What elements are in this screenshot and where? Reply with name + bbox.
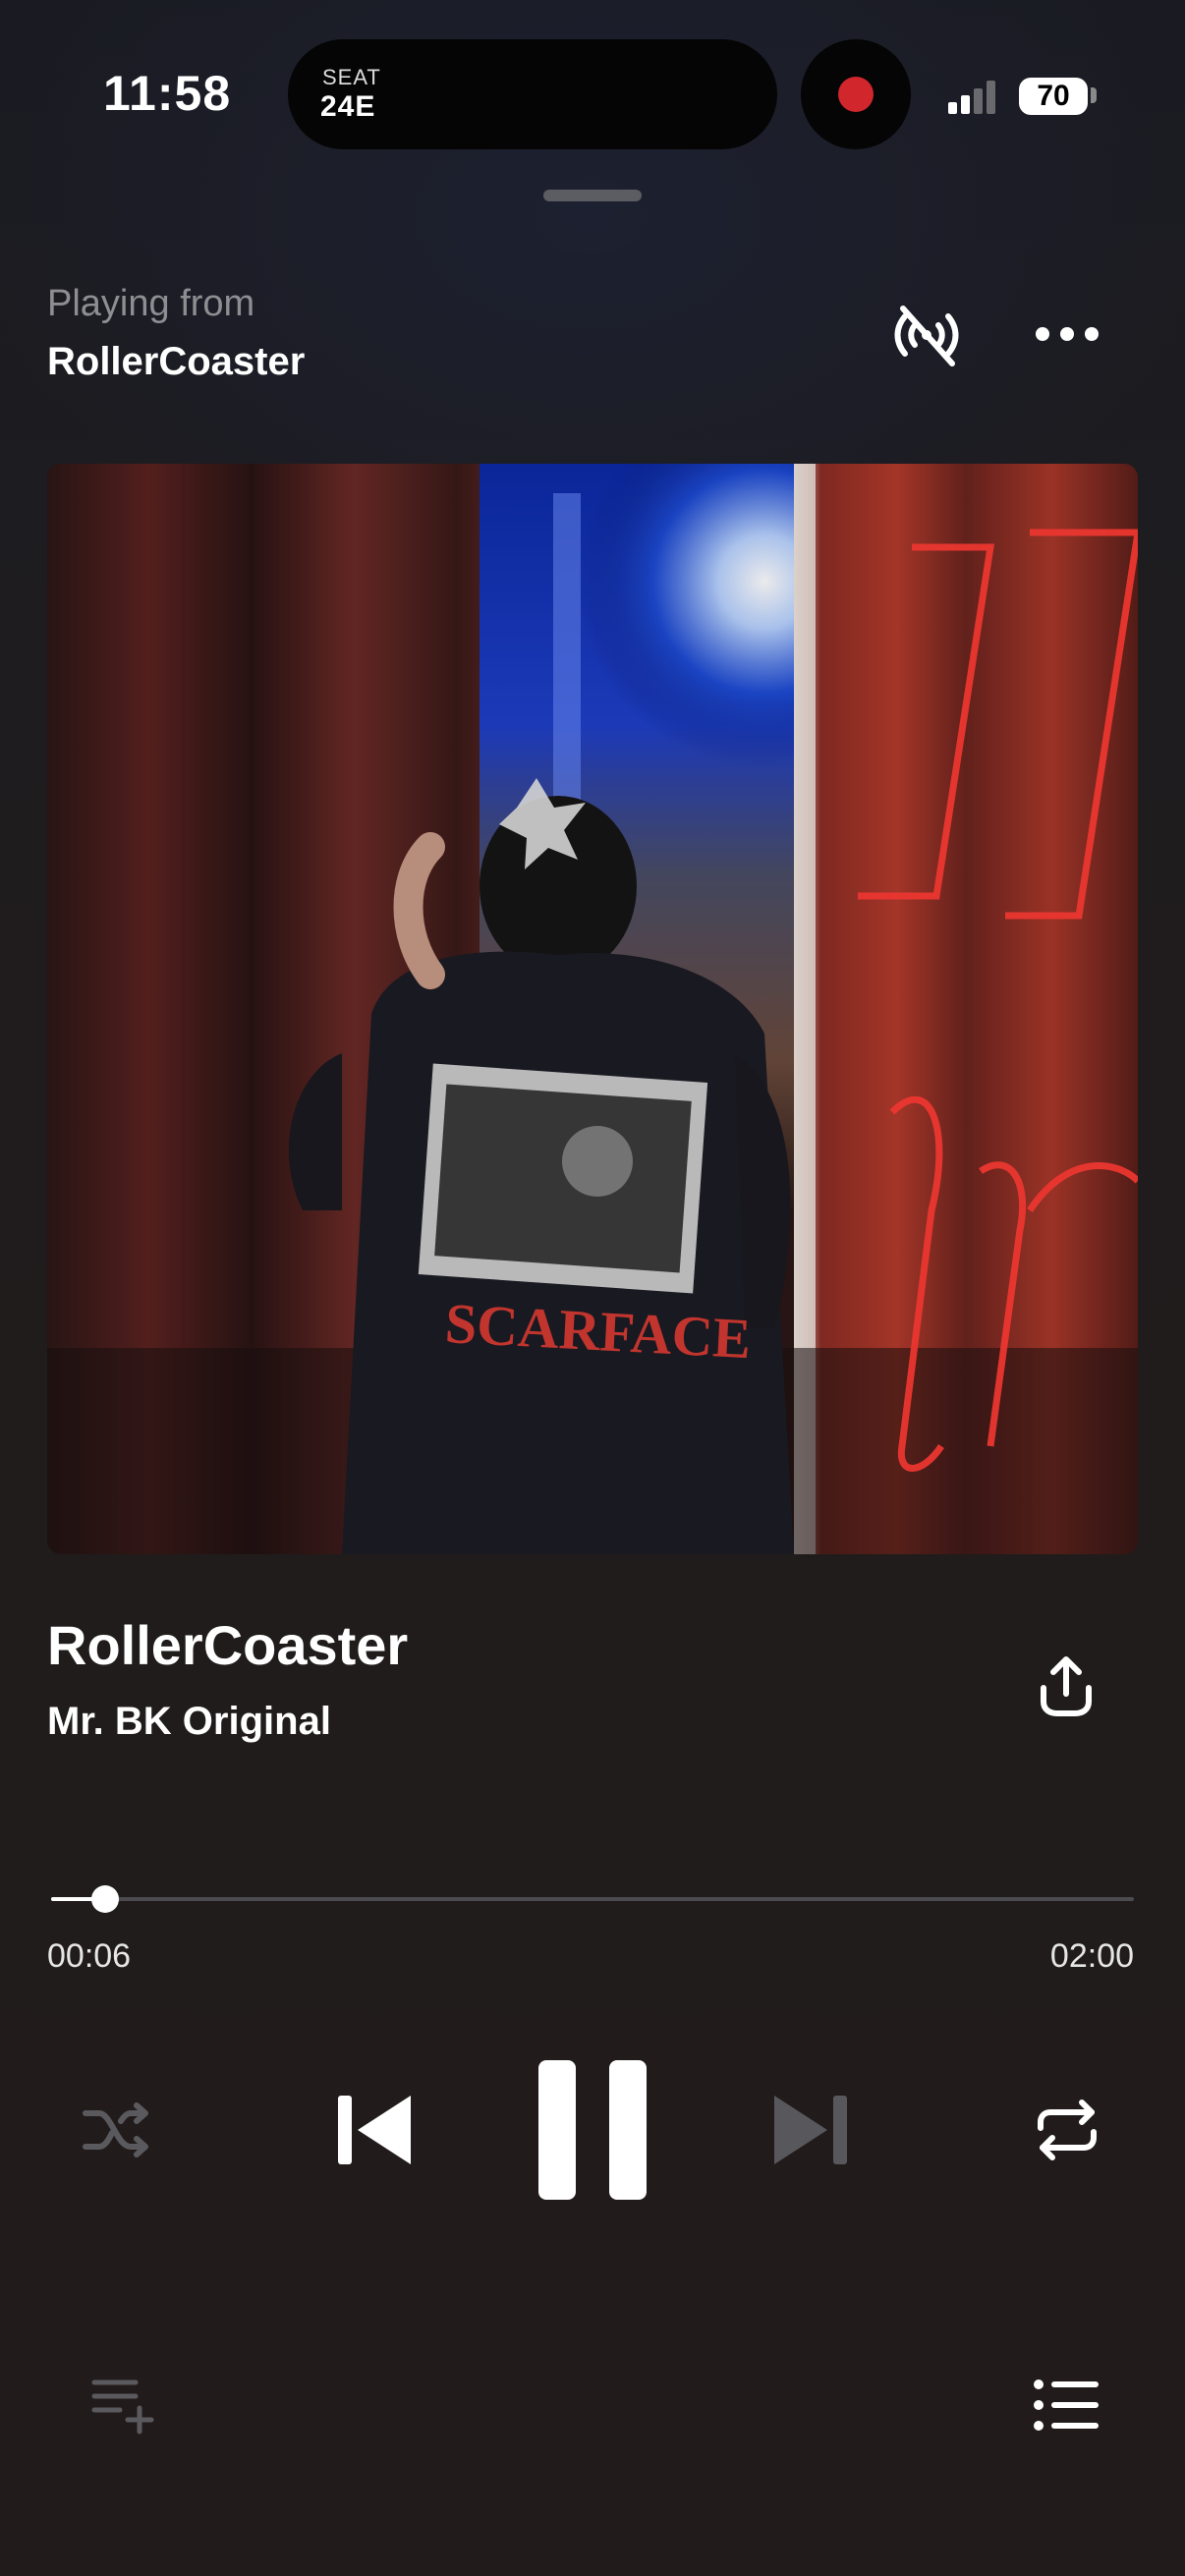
more-options-icon (1036, 327, 1099, 341)
next-track-button[interactable] (762, 2085, 861, 2175)
share-icon (1041, 1656, 1092, 1716)
sheet-grabber[interactable] (543, 190, 642, 201)
album-artwork-image: SCARFACE (47, 464, 1138, 1554)
add-to-queue-button[interactable] (81, 2366, 169, 2444)
broadcast-off-icon (894, 306, 959, 366)
queue-list-button[interactable] (1022, 2366, 1110, 2444)
queue-list-icon (1034, 2380, 1099, 2431)
battery-cap-icon (1091, 87, 1097, 103)
track-title: RollerCoaster (47, 1614, 409, 1676)
skip-previous-icon (338, 2096, 411, 2164)
repeat-icon (1038, 2100, 1097, 2160)
repeat-button[interactable] (1022, 2091, 1112, 2169)
pause-button[interactable] (529, 2051, 656, 2209)
playing-from-label: Playing from (47, 283, 255, 324)
shuffle-button[interactable] (71, 2091, 165, 2169)
elapsed-time: 00:06 (47, 1937, 132, 1975)
seat-value: 24E (320, 90, 376, 123)
pause-icon (538, 2060, 647, 2200)
album-artwork[interactable]: SCARFACE (47, 464, 1138, 1554)
add-to-queue-icon (91, 2380, 154, 2435)
seat-label: SEAT (322, 65, 381, 89)
skip-next-icon (774, 2096, 847, 2164)
more-options-button[interactable] (1022, 305, 1112, 364)
previous-track-button[interactable] (324, 2085, 423, 2175)
battery-indicator: 70 (1019, 78, 1088, 115)
progress-slider[interactable] (51, 1885, 1134, 1913)
broadcast-off-button[interactable] (884, 295, 969, 373)
shuffle-icon (83, 2102, 148, 2157)
status-time: 11:58 (103, 66, 232, 121)
progress-knob[interactable] (91, 1885, 120, 1913)
share-button[interactable] (1022, 1643, 1110, 1731)
total-time: 02:00 (1049, 1937, 1134, 1975)
record-dot-icon (838, 77, 874, 112)
cellular-signal-icon (948, 81, 997, 114)
track-artist[interactable]: Mr. BK Original (47, 1700, 331, 1744)
playing-from-source[interactable]: RollerCoaster (47, 340, 305, 384)
